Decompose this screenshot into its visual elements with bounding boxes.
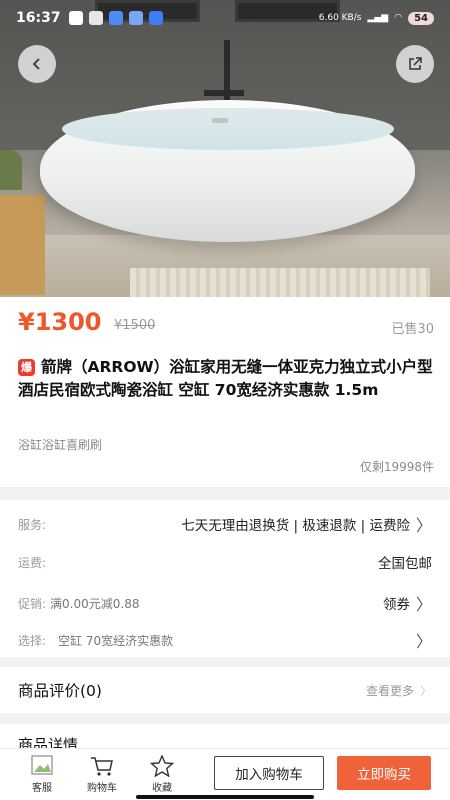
shipping-row: 运费: 全国包邮 — [18, 552, 432, 573]
chevron-left-icon — [32, 58, 40, 70]
share-icon — [409, 57, 422, 70]
product-title: 爆箭牌（ARROW）浴缸家用无缝一体亚克力独立式小户型酒店民宿欧式陶瓷浴缸 空缸… — [18, 356, 438, 402]
home-indicator — [136, 795, 314, 799]
current-price: ¥1300 — [18, 308, 102, 336]
service-value: 七天无理由退换货 | 极速退款 | 运费险 — [181, 518, 410, 534]
status-right: 6.60 KB/s ▂▄▆ ◠ 54 — [318, 11, 434, 25]
sold-count: 已售30 — [391, 322, 434, 337]
status-time: 16:37 — [16, 10, 61, 26]
service-row[interactable]: 服务: 七天无理由退换货 | 极速退款 | 运费险 〉 — [18, 512, 432, 536]
reviews-more-link[interactable]: 查看更多 — [366, 682, 414, 699]
signal-icon: ▂▄▆ — [367, 13, 389, 23]
cart-button[interactable]: 购物车 — [72, 755, 132, 794]
stock-remaining: 仅剩19998件 — [359, 460, 434, 474]
chevron-right-icon: 〉 — [415, 632, 432, 651]
back-button[interactable] — [18, 45, 56, 83]
shipping-label: 运费: — [18, 555, 47, 570]
image-stool — [0, 195, 45, 295]
favorite-label: 收藏 — [152, 783, 172, 794]
share-button[interactable] — [396, 45, 434, 83]
status-app-icons — [68, 11, 163, 25]
promo-row[interactable]: 促销: 满0.00元减0.88 领券 〉 — [18, 591, 432, 615]
hot-badge-icon: 爆 — [18, 359, 35, 376]
image-faucet-arm — [204, 90, 244, 96]
status-bar: 16:37 6.60 KB/s ▂▄▆ ◠ 54 — [0, 0, 450, 36]
service-label: 服务: — [18, 517, 47, 532]
image-plant — [0, 150, 22, 190]
shop-name[interactable]: 浴缸浴缸喜刷刷 — [18, 436, 102, 453]
image-rug — [130, 268, 430, 297]
wifi-icon: ◠ — [394, 13, 403, 23]
chevron-right-icon: 〉 — [419, 683, 432, 698]
customer-service-label: 客服 — [32, 783, 52, 794]
product-image[interactable] — [0, 0, 450, 297]
chevron-right-icon: 〉 — [415, 595, 432, 614]
select-label: 选择: — [18, 633, 47, 648]
promo-label: 促销: — [18, 596, 47, 611]
app-icon — [108, 11, 123, 25]
image-bathtub-inner — [62, 108, 394, 150]
battery-icon: 54 — [408, 11, 434, 25]
notification-icon — [88, 11, 103, 25]
customer-service-icon — [30, 755, 54, 779]
coupon-link[interactable]: 领券 — [383, 593, 410, 613]
original-price: ¥1500 — [114, 318, 156, 333]
product-title-text: 箭牌（ARROW）浴缸家用无缝一体亚克力独立式小户型酒店民宿欧式陶瓷浴缸 空缸 … — [18, 358, 433, 399]
cart-icon — [90, 755, 114, 779]
add-to-cart-button[interactable]: 加入购物车 — [214, 756, 324, 790]
wechat-icon — [68, 11, 83, 25]
app-icon-2 — [128, 11, 143, 25]
select-row[interactable]: 选择: 空缸 70宽经济实惠款 〉 — [18, 628, 432, 652]
promo-text: 满0.00元减0.88 — [50, 596, 140, 611]
network-speed: 6.60 KB/s — [318, 13, 362, 23]
star-icon — [149, 754, 175, 779]
reviews-title: 商品评价(0) — [18, 682, 102, 700]
buy-now-button[interactable]: 立即购买 — [337, 756, 431, 790]
favorite-button[interactable]: 收藏 — [132, 754, 192, 794]
cart-label: 购物车 — [87, 783, 117, 794]
customer-service-button[interactable]: 客服 — [12, 755, 72, 794]
select-value: 空缸 70宽经济实惠款 — [58, 633, 174, 648]
shipping-value: 全国包邮 — [378, 556, 432, 572]
image-drain — [212, 118, 228, 123]
reviews-section[interactable]: 商品评价(0) 查看更多 〉 — [0, 667, 450, 713]
chevron-right-icon: 〉 — [415, 516, 432, 535]
app-icon-3 — [148, 11, 163, 25]
